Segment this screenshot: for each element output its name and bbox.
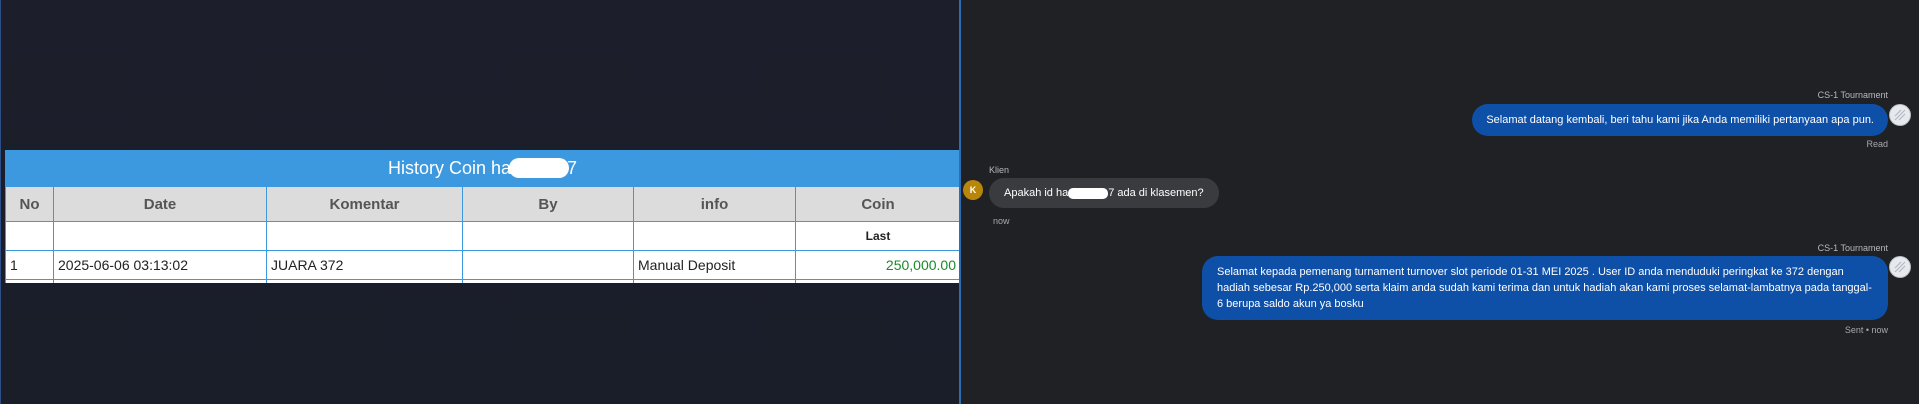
- message-status: now: [993, 216, 1010, 226]
- table-cell: [53, 221, 267, 251]
- table-cell: [795, 279, 960, 283]
- redaction-mark: [509, 158, 570, 178]
- agent-message-bubble[interactable]: Selamat kepada pemenang turnament turnov…: [1202, 256, 1888, 320]
- agent-message-bubble[interactable]: Selamat datang kembali, beri tahu kami j…: [1472, 104, 1888, 136]
- left-pane: History Coin ha 7 No Date Komentar By in…: [0, 0, 960, 404]
- history-title: History Coin ha 7: [5, 150, 960, 186]
- avatar-placeholder-icon: [1894, 261, 1906, 273]
- table-cell: [5, 279, 54, 283]
- message-sender: CS-1 Tournament: [1817, 243, 1888, 253]
- message-sender: CS-1 Tournament: [1817, 90, 1888, 100]
- history-title-suffix: 7: [567, 157, 578, 178]
- chat-pane: CS-1 Tournament Selamat datang kembali, …: [961, 0, 1919, 404]
- message-text: Selamat kepada pemenang turnament turnov…: [1217, 266, 1872, 310]
- column-header-date[interactable]: Date: [53, 186, 267, 222]
- history-coin-panel: History Coin ha 7 No Date Komentar By in…: [5, 150, 960, 283]
- table-cell: [633, 221, 796, 251]
- table-cell: [266, 221, 463, 251]
- table-subheader-row: Last: [5, 221, 960, 251]
- cell-info: Manual Deposit: [633, 250, 796, 280]
- table-row: 1 2025-06-06 03:13:02 JUARA 372 Manual D…: [5, 250, 960, 280]
- table-cell: [462, 221, 634, 251]
- history-table: No Date Komentar By info Coin Last 1 202…: [5, 186, 960, 283]
- table-cell: [633, 279, 796, 283]
- column-header-komentar[interactable]: Komentar: [266, 186, 463, 222]
- message-status: Sent • now: [1844, 325, 1888, 335]
- client-avatar: K: [963, 180, 983, 200]
- cell-komentar: JUARA 372: [266, 250, 463, 280]
- table-cell: [53, 279, 267, 283]
- column-header-no[interactable]: No: [5, 186, 54, 222]
- column-header-info[interactable]: info: [633, 186, 796, 222]
- message-text-prefix: Apakah id ha: [1004, 187, 1069, 199]
- message-status: Read: [1866, 139, 1888, 149]
- table-cell: [266, 279, 463, 283]
- cell-no: 1: [5, 250, 54, 280]
- cell-coin: 250,000.00: [795, 250, 960, 280]
- avatar-placeholder-icon: [1894, 109, 1906, 121]
- redaction-mark: [1068, 187, 1109, 199]
- column-header-by[interactable]: By: [462, 186, 634, 222]
- table-header-row: No Date Komentar By info Coin: [5, 186, 960, 222]
- cell-date: 2025-06-06 03:13:02: [53, 250, 267, 280]
- agent-avatar: [1889, 104, 1911, 126]
- table-row: [5, 279, 960, 283]
- table-cell: [5, 221, 54, 251]
- history-title-prefix: History Coin ha: [387, 157, 512, 178]
- client-message-bubble[interactable]: Apakah id ha 7 ada di klasemen?: [989, 178, 1219, 208]
- agent-avatar: [1889, 256, 1911, 278]
- message-text-suffix: 7 ada di klasemen?: [1108, 187, 1204, 199]
- message-sender: Klien: [989, 165, 1010, 175]
- message-text: Selamat datang kembali, beri tahu kami j…: [1486, 114, 1874, 126]
- avatar-letter: K: [969, 185, 977, 195]
- cell-by: [462, 250, 634, 280]
- table-cell: [462, 279, 634, 283]
- last-label: Last: [795, 221, 960, 251]
- column-header-coin[interactable]: Coin: [795, 186, 960, 222]
